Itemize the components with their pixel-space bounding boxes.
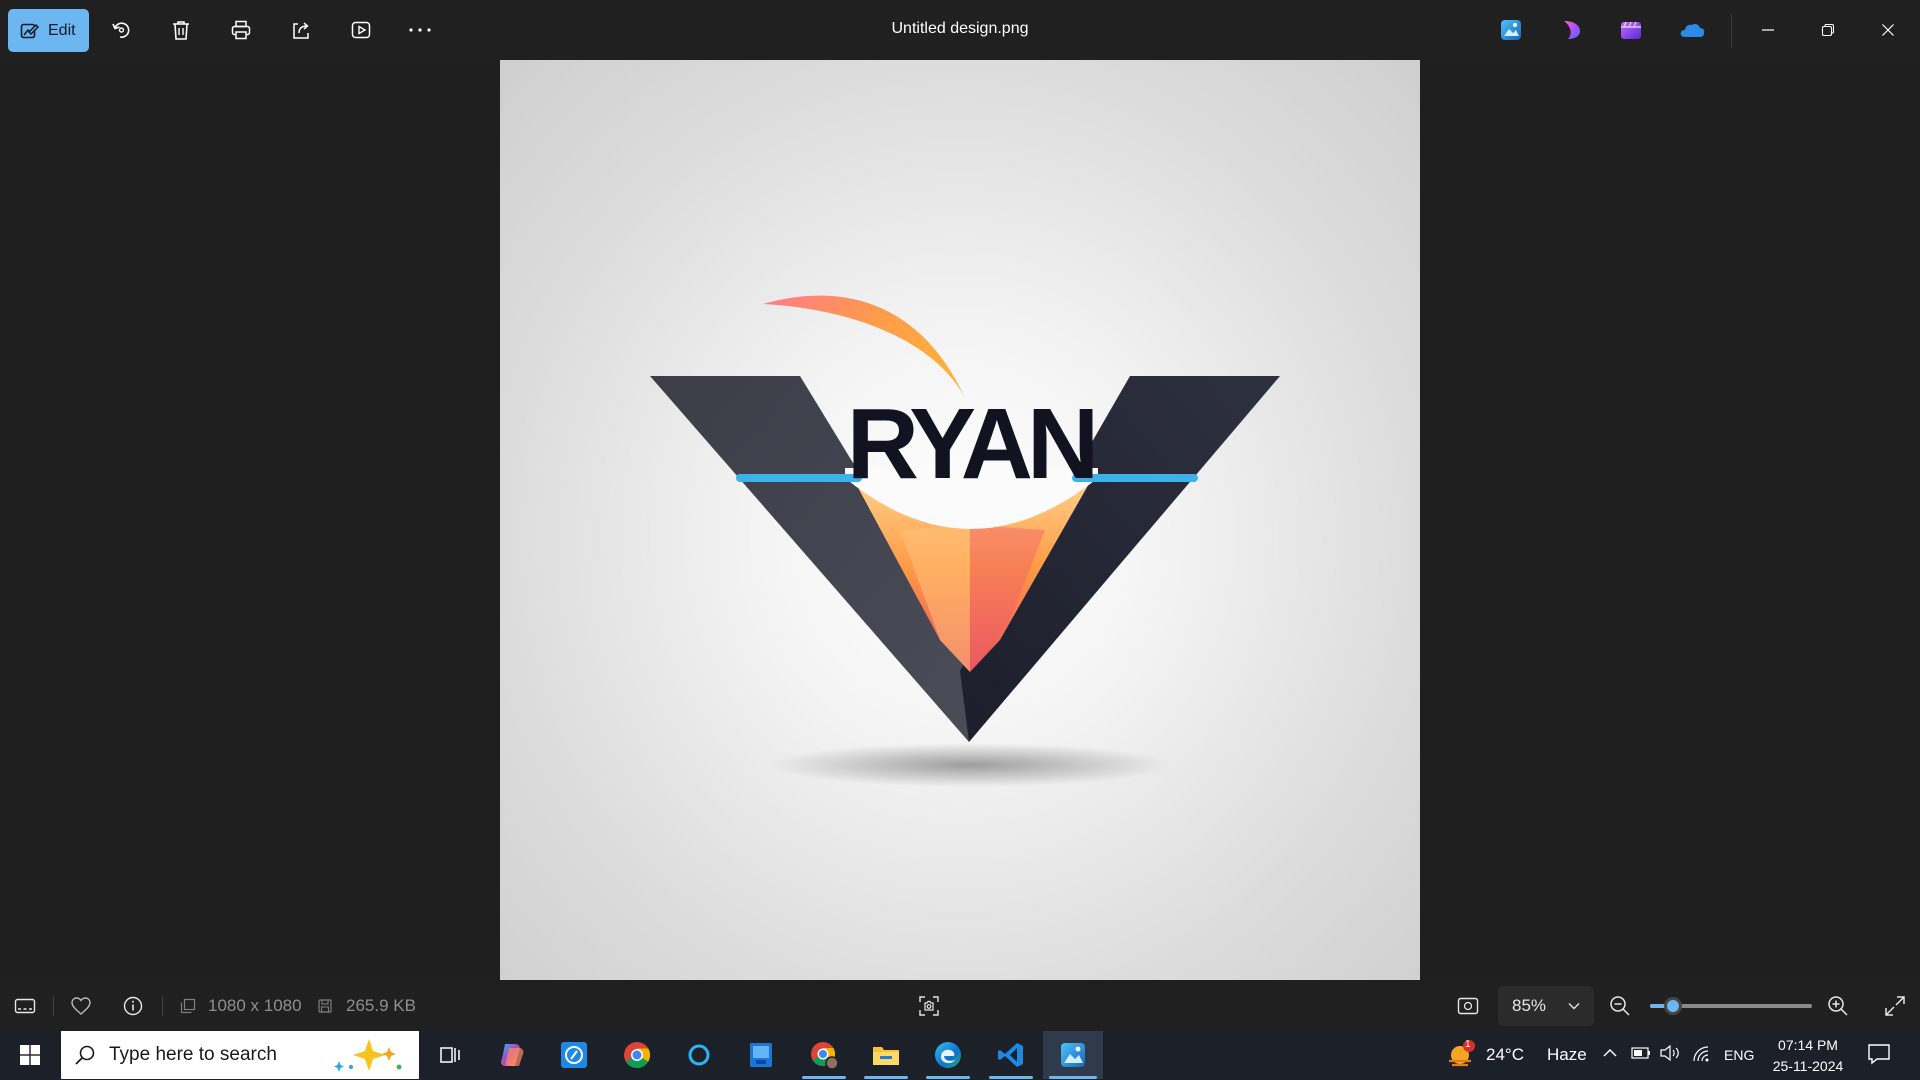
chrome-button[interactable] <box>609 1031 665 1079</box>
cortana-ring-icon <box>688 1044 710 1066</box>
notifications-button[interactable] <box>1867 1043 1891 1065</box>
notification-icon <box>1868 1044 1890 1065</box>
photos-app-icon[interactable] <box>1499 18 1523 42</box>
show-hidden-icons-button[interactable] <box>1602 1045 1618 1061</box>
fit-screen-icon <box>1457 997 1479 1015</box>
title-bar: Edit Untitled design.png <box>0 0 1920 60</box>
onedrive-icon[interactable] <box>1678 18 1706 42</box>
search-placeholder: Type here to search <box>109 1044 277 1065</box>
speaker-icon <box>1660 1045 1679 1061</box>
visual-search-button[interactable] <box>918 982 940 1030</box>
dimensions-info: 1080 x 1080 <box>180 982 302 1030</box>
image-canvas[interactable]: RYAN <box>500 60 1420 980</box>
edge-button[interactable] <box>920 1031 976 1079</box>
chevron-down-icon <box>1568 1003 1580 1010</box>
image-dimensions: 1080 x 1080 <box>208 996 302 1015</box>
task-view-icon <box>440 1047 460 1063</box>
info-icon <box>123 996 143 1016</box>
copilot-icon <box>501 1044 524 1066</box>
taskbar-search-box[interactable]: Type here to search <box>61 1031 419 1079</box>
wifi-icon <box>1693 1046 1709 1062</box>
fit-to-window-button[interactable] <box>1457 982 1479 1030</box>
expand-icon <box>1885 996 1905 1016</box>
dimensions-icon <box>180 998 196 1014</box>
close-icon <box>1882 24 1894 36</box>
zoom-out-icon <box>1610 996 1630 1016</box>
vscode-button[interactable] <box>983 1031 1039 1079</box>
windows-logo-icon <box>20 1045 40 1065</box>
minimize-icon <box>1762 29 1774 31</box>
heart-icon <box>71 997 91 1015</box>
fullscreen-button[interactable] <box>1884 982 1906 1030</box>
visual-search-icon <box>919 996 939 1016</box>
volume-button[interactable] <box>1660 1045 1682 1061</box>
store-icon <box>750 1043 772 1067</box>
battery-icon <box>1631 1047 1650 1059</box>
zoom-dropdown[interactable]: 85% <box>1498 986 1594 1026</box>
vscode-icon <box>998 1043 1023 1067</box>
clock-time: 07:14 PM <box>1778 1037 1838 1053</box>
zoom-slider-thumb[interactable] <box>1663 997 1682 1015</box>
chevron-up-icon <box>1603 1048 1617 1057</box>
close-button[interactable] <box>1866 14 1910 46</box>
filmstrip-toggle[interactable] <box>14 982 36 1030</box>
weather-widget[interactable]: 1 <box>1444 1037 1484 1073</box>
folder-icon <box>873 1047 899 1065</box>
clock-date: 25-11-2024 <box>1772 1058 1844 1074</box>
copilot-taskbar-button[interactable] <box>484 1031 540 1079</box>
status-bar: 1080 x 1080 265.9 KB 85% <box>0 982 1920 1030</box>
minimize-button[interactable] <box>1746 14 1790 46</box>
zoom-out-button[interactable] <box>1609 982 1631 1030</box>
restore-icon <box>1821 23 1835 37</box>
sparkle-copilot-icon <box>334 1039 402 1072</box>
zoom-in-icon <box>1828 996 1848 1016</box>
remote-app-button[interactable] <box>546 1031 602 1079</box>
logo-text: RYAN <box>847 388 1093 500</box>
toolbar-divider <box>1731 14 1732 48</box>
search-icon <box>75 1045 95 1065</box>
clipchamp-icon[interactable] <box>1619 18 1643 42</box>
save-disk-icon <box>318 999 332 1013</box>
weather-temperature[interactable]: 24°C <box>1486 1045 1524 1065</box>
clipchamp-designer-icon[interactable] <box>1559 18 1583 42</box>
zoom-value: 85% <box>1512 996 1547 1015</box>
file-size: 265.9 KB <box>346 996 416 1015</box>
anydesk-style-app-icon <box>561 1042 587 1068</box>
chrome-icon <box>624 1042 651 1069</box>
file-explorer-button[interactable] <box>858 1031 914 1079</box>
status-divider <box>53 996 54 1016</box>
status-divider <box>162 996 163 1016</box>
start-button[interactable] <box>8 1036 52 1074</box>
zoom-slider[interactable] <box>1650 997 1812 1015</box>
battery-status[interactable] <box>1631 1046 1651 1060</box>
chrome-profile-icon <box>811 1042 839 1070</box>
store-button[interactable] <box>733 1031 789 1079</box>
file-info-button[interactable] <box>123 982 143 1030</box>
favorite-button[interactable] <box>70 982 92 1030</box>
restore-button[interactable] <box>1806 14 1850 46</box>
task-view-button[interactable] <box>422 1031 478 1079</box>
photos-taskbar-button[interactable] <box>1043 1031 1103 1079</box>
network-button[interactable] <box>1692 1045 1712 1063</box>
ryan-logo-image: RYAN <box>650 295 1280 787</box>
clock[interactable]: 07:14 PM 25-11-2024 <box>1770 1035 1846 1077</box>
file-size-info: 265.9 KB <box>318 982 416 1030</box>
filmstrip-icon <box>14 998 36 1014</box>
weather-badge: 1 <box>1465 1039 1471 1050</box>
chrome-profile-button[interactable] <box>796 1031 852 1079</box>
cortana-button[interactable] <box>671 1031 727 1079</box>
input-language[interactable]: ENG <box>1724 1047 1754 1063</box>
haze-sun-icon <box>1449 1040 1475 1067</box>
edge-icon <box>935 1042 961 1068</box>
weather-description[interactable]: Haze <box>1547 1045 1587 1065</box>
zoom-in-button[interactable] <box>1827 982 1849 1030</box>
photos-icon <box>1061 1043 1085 1067</box>
